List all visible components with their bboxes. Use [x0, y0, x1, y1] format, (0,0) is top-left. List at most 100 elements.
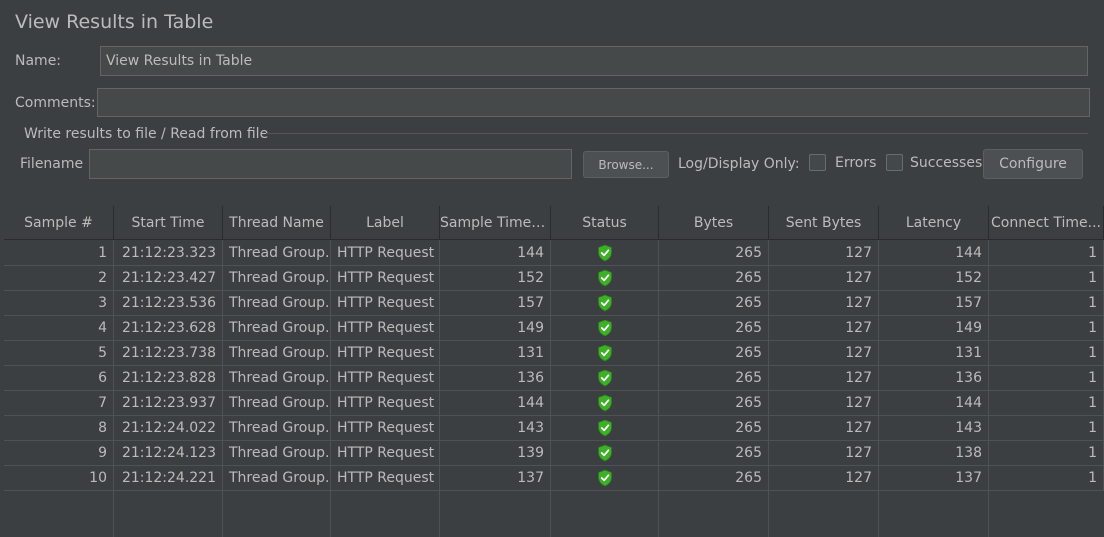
cell-start-time: 21:12:24.221	[114, 465, 223, 490]
cell-status	[551, 465, 659, 490]
cell-start-time: 21:12:23.828	[114, 365, 223, 390]
header-label: Sample #	[24, 214, 93, 231]
successes-label: Successes	[910, 155, 983, 171]
cell-bytes: 265	[659, 465, 769, 490]
cell-connect-time: 1	[989, 390, 1104, 415]
table-row[interactable]: 6 21:12:23.828 Thread Group... HTTP Request…	[4, 365, 1104, 391]
cell-sent-bytes: 127	[769, 365, 879, 390]
cell-start-time: 21:12:24.123	[114, 440, 223, 465]
table-row[interactable]: 9 21:12:24.123 Thread Group... HTTP Request…	[4, 440, 1104, 466]
cell-latency: 149	[879, 315, 989, 340]
successes-checkbox[interactable]	[886, 154, 903, 171]
header-col-status[interactable]: Status	[551, 206, 659, 239]
success-shield-icon	[597, 444, 613, 462]
cell-label: HTTP Request	[331, 265, 440, 290]
cell-thread-name: Thread Group...	[223, 240, 331, 265]
results-table[interactable]: Sample # Start Time Thread Name Label Sample…	[4, 206, 1104, 537]
cell-latency: 144	[879, 240, 989, 265]
cell-bytes: 265	[659, 340, 769, 365]
header-col-thread-name[interactable]: Thread Name	[223, 206, 331, 239]
cell-sample-number: 7	[4, 390, 114, 415]
cell-sample-number: 10	[4, 465, 114, 490]
table-row[interactable]: 1 21:12:23.323 Thread Group... HTTP Request…	[4, 240, 1104, 266]
cell-latency: 136	[879, 365, 989, 390]
column-divider	[768, 240, 769, 537]
cell-sent-bytes: 127	[769, 390, 879, 415]
cell-connect-time: 1	[989, 340, 1104, 365]
header-col-start-time[interactable]: Start Time	[114, 206, 223, 239]
table-row[interactable]: 3 21:12:23.536 Thread Group... HTTP Request…	[4, 290, 1104, 316]
cell-sample-number: 9	[4, 440, 114, 465]
cell-sample-number: 8	[4, 415, 114, 440]
cell-connect-time: 1	[989, 440, 1104, 465]
filename-field[interactable]	[89, 149, 572, 179]
file-group-title: Write results to file / Read from file	[24, 126, 269, 142]
cell-latency: 137	[879, 465, 989, 490]
cell-start-time: 21:12:23.427	[114, 265, 223, 290]
cell-bytes: 265	[659, 415, 769, 440]
header-col-connect-time[interactable]: Connect Time...	[989, 206, 1104, 239]
table-row[interactable]: 10 21:12:24.221 Thread Group... HTTP Reques…	[4, 465, 1104, 491]
cell-status	[551, 265, 659, 290]
cell-status	[551, 440, 659, 465]
cell-thread-name: Thread Group...	[223, 340, 331, 365]
cell-bytes: 265	[659, 315, 769, 340]
header-col-latency[interactable]: Latency	[879, 206, 989, 239]
header-col-bytes[interactable]: Bytes	[659, 206, 769, 239]
success-shield-icon	[597, 244, 613, 262]
cell-latency: 131	[879, 340, 989, 365]
cell-sample-time: 144	[440, 240, 551, 265]
cell-bytes: 265	[659, 265, 769, 290]
cell-sent-bytes: 127	[769, 315, 879, 340]
cell-thread-name: Thread Group...	[223, 415, 331, 440]
cell-sent-bytes: 127	[769, 290, 879, 315]
cell-thread-name: Thread Group...	[223, 465, 331, 490]
cell-sent-bytes: 127	[769, 465, 879, 490]
header-col-sample-number[interactable]: Sample #	[4, 206, 114, 239]
cell-label: HTTP Request	[331, 365, 440, 390]
cell-connect-time: 1	[989, 465, 1104, 490]
cell-status	[551, 290, 659, 315]
cell-status	[551, 315, 659, 340]
cell-label: HTTP Request	[331, 340, 440, 365]
cell-sent-bytes: 127	[769, 340, 879, 365]
cell-sample-number: 2	[4, 265, 114, 290]
cell-connect-time: 1	[989, 315, 1104, 340]
cell-sample-time: 131	[440, 340, 551, 365]
header-col-sample-time[interactable]: Sample Time(...	[440, 206, 551, 239]
cell-latency: 152	[879, 265, 989, 290]
cell-sample-number: 4	[4, 315, 114, 340]
cell-latency: 157	[879, 290, 989, 315]
cell-connect-time: 1	[989, 240, 1104, 265]
header-col-label[interactable]: Label	[331, 206, 440, 239]
cell-bytes: 265	[659, 290, 769, 315]
file-group-divider	[266, 133, 1088, 134]
browse-button[interactable]: Browse...	[583, 151, 669, 178]
table-row[interactable]: 5 21:12:23.738 Thread Group... HTTP Request…	[4, 340, 1104, 366]
table-row[interactable]: 4 21:12:23.628 Thread Group... HTTP Request…	[4, 315, 1104, 341]
cell-label: HTTP Request	[331, 465, 440, 490]
cell-sample-time: 143	[440, 415, 551, 440]
header-label: Sample Time(...	[440, 214, 550, 231]
cell-start-time: 21:12:23.738	[114, 340, 223, 365]
cell-status	[551, 390, 659, 415]
cell-connect-time: 1	[989, 290, 1104, 315]
table-row[interactable]: 8 21:12:24.022 Thread Group... HTTP Request…	[4, 415, 1104, 441]
header-label: Start Time	[131, 214, 205, 231]
header-label: Latency	[905, 214, 962, 231]
comments-field[interactable]	[97, 88, 1090, 117]
filename-label: Filename	[20, 156, 84, 172]
name-field[interactable]	[100, 46, 1088, 76]
errors-checkbox[interactable]	[809, 154, 826, 171]
configure-button[interactable]: Configure	[983, 149, 1083, 179]
cell-label: HTTP Request	[331, 440, 440, 465]
table-row[interactable]: 7 21:12:23.937 Thread Group... HTTP Request…	[4, 390, 1104, 416]
table-row[interactable]: 2 21:12:23.427 Thread Group... HTTP Request…	[4, 265, 1104, 291]
cell-sample-time: 136	[440, 365, 551, 390]
cell-thread-name: Thread Group...	[223, 390, 331, 415]
cell-sample-time: 157	[440, 290, 551, 315]
success-shield-icon	[597, 269, 613, 287]
cell-sample-number: 5	[4, 340, 114, 365]
cell-latency: 143	[879, 415, 989, 440]
header-col-sent-bytes[interactable]: Sent Bytes	[769, 206, 879, 239]
